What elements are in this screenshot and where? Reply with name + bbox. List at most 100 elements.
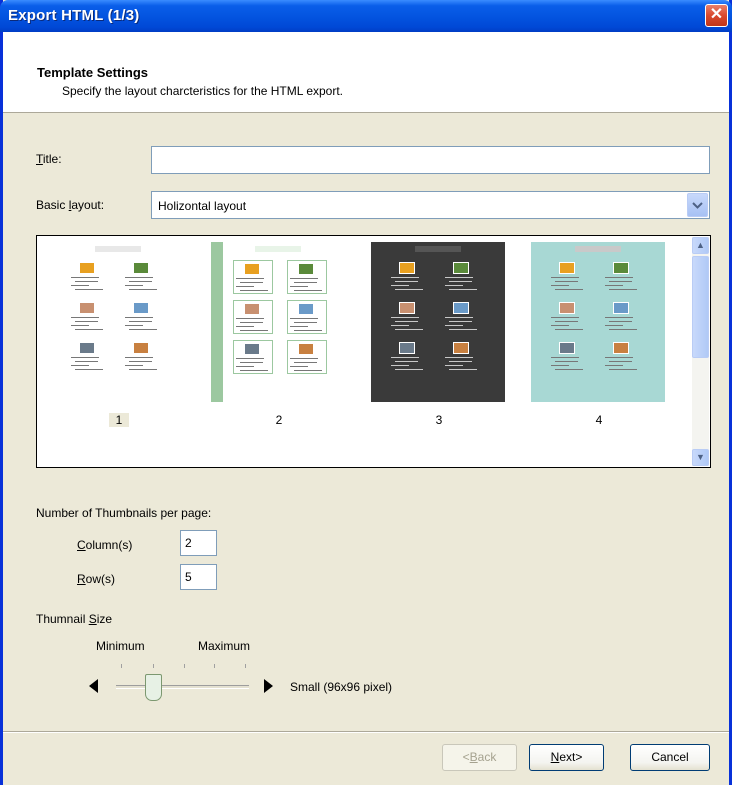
scroll-down-button[interactable]: ▼ bbox=[692, 449, 709, 466]
rows-input[interactable]: 5 bbox=[180, 564, 217, 590]
sample-text-line bbox=[391, 357, 419, 358]
sample-photo-icon bbox=[244, 263, 260, 275]
template-thumbnail-2[interactable] bbox=[211, 242, 345, 402]
template-sample-cell bbox=[389, 340, 429, 374]
template-sample-cell bbox=[123, 300, 163, 334]
template-caption bbox=[255, 246, 301, 252]
triangle-right-icon bbox=[264, 679, 273, 693]
sample-photo-icon bbox=[133, 302, 149, 314]
basic-layout-label: Basic layout: bbox=[36, 198, 105, 212]
sample-text-line bbox=[240, 290, 268, 291]
sample-text-line bbox=[236, 286, 254, 287]
slider-min-label: Minimum bbox=[96, 639, 145, 653]
sample-text-line bbox=[125, 317, 153, 318]
slider-thumb[interactable] bbox=[145, 674, 162, 701]
sample-text-line bbox=[555, 369, 583, 370]
thumbnail-size-label: Thumnail Size bbox=[36, 612, 113, 626]
sample-text-line bbox=[240, 282, 263, 283]
sample-text-line bbox=[75, 361, 98, 362]
close-button[interactable]: ✕ bbox=[705, 4, 728, 27]
sample-text-line bbox=[391, 365, 409, 366]
template-thumbnail-4[interactable] bbox=[531, 242, 665, 402]
slider-tick bbox=[214, 664, 215, 668]
sample-text-line bbox=[236, 358, 264, 359]
sample-text-line bbox=[71, 357, 99, 358]
template-thumbnail-1[interactable] bbox=[51, 242, 185, 402]
sample-photo-icon bbox=[399, 302, 415, 314]
template-sample-cell bbox=[443, 300, 483, 334]
slider-increase-arrow[interactable] bbox=[263, 679, 273, 696]
sample-photo-icon bbox=[453, 262, 469, 274]
sample-text-line bbox=[555, 329, 583, 330]
template-caption bbox=[415, 246, 461, 252]
sample-text-line bbox=[125, 277, 153, 278]
sample-text-line bbox=[125, 365, 143, 366]
template-sample-cell bbox=[603, 260, 643, 294]
sample-text-line bbox=[395, 289, 423, 290]
title-input[interactable] bbox=[151, 146, 710, 174]
sample-text-line bbox=[449, 321, 472, 322]
dropdown-button[interactable] bbox=[687, 193, 708, 217]
sample-text-line bbox=[609, 369, 637, 370]
template-sample-cell bbox=[287, 260, 327, 294]
sample-text-line bbox=[236, 318, 264, 319]
sample-text-line bbox=[395, 281, 418, 282]
sample-text-line bbox=[129, 361, 152, 362]
gallery-scrollbar[interactable]: ▲ ▼ bbox=[692, 237, 709, 466]
template-sample-cell bbox=[69, 260, 109, 294]
title-bar[interactable]: Export HTML (1/3) ✕ bbox=[0, 0, 732, 32]
template-sample-cell bbox=[287, 300, 327, 334]
sample-photo-icon bbox=[453, 342, 469, 354]
sample-text-line bbox=[605, 357, 633, 358]
back-button[interactable]: <Back bbox=[442, 744, 517, 771]
sample-text-line bbox=[609, 289, 637, 290]
sample-text-line bbox=[75, 281, 98, 282]
template-caption bbox=[95, 246, 141, 252]
columns-input[interactable]: 2 bbox=[180, 530, 217, 556]
sample-photo-icon bbox=[453, 302, 469, 314]
sample-text-line bbox=[240, 330, 268, 331]
sample-text-line bbox=[391, 285, 409, 286]
sample-text-line bbox=[551, 285, 569, 286]
sample-photo-icon bbox=[79, 262, 95, 274]
sample-photo-icon bbox=[613, 342, 629, 354]
rows-label: Row(s) bbox=[77, 572, 116, 586]
sample-text-line bbox=[290, 278, 318, 279]
cancel-button[interactable]: Cancel bbox=[630, 744, 710, 771]
sample-text-line bbox=[75, 329, 103, 330]
sample-photo-icon bbox=[79, 342, 95, 354]
sample-photo-icon bbox=[244, 343, 260, 355]
slider-decrease-arrow[interactable] bbox=[89, 679, 99, 696]
sample-text-line bbox=[555, 321, 578, 322]
header-subtitle: Specify the layout charcteristics for th… bbox=[62, 84, 343, 98]
scroll-thumb[interactable] bbox=[692, 256, 709, 358]
sample-text-line bbox=[75, 289, 103, 290]
template-number-4: 4 bbox=[595, 413, 603, 427]
thumbnail-size-slider[interactable] bbox=[116, 685, 249, 689]
sample-text-line bbox=[445, 325, 463, 326]
header-title: Template Settings bbox=[37, 65, 149, 80]
sample-text-line bbox=[71, 277, 99, 278]
basic-layout-select[interactable]: Holizontal layout bbox=[151, 191, 710, 219]
next-button[interactable]: Next> bbox=[529, 744, 604, 771]
columns-label: Column(s) bbox=[77, 538, 133, 552]
template-sample-cell bbox=[603, 340, 643, 374]
sample-photo-icon bbox=[79, 302, 95, 314]
thumbnails-per-page-label: Number of Thumbnails per page: bbox=[36, 506, 212, 520]
sample-text-line bbox=[449, 329, 477, 330]
sample-text-line bbox=[551, 317, 579, 318]
template-sample-cell bbox=[233, 300, 273, 334]
sample-text-line bbox=[551, 357, 579, 358]
sample-text-line bbox=[290, 318, 318, 319]
wizard-header: Template Settings Specify the layout cha… bbox=[3, 32, 729, 113]
sample-photo-icon bbox=[133, 262, 149, 274]
template-sample-cell bbox=[549, 340, 589, 374]
sample-text-line bbox=[71, 285, 89, 286]
sample-text-line bbox=[445, 365, 463, 366]
sample-photo-icon bbox=[399, 342, 415, 354]
template-thumbnail-3[interactable] bbox=[371, 242, 505, 402]
sample-text-line bbox=[129, 281, 152, 282]
sample-text-line bbox=[236, 326, 254, 327]
template-number-3: 3 bbox=[435, 413, 443, 427]
scroll-up-button[interactable]: ▲ bbox=[692, 237, 709, 254]
